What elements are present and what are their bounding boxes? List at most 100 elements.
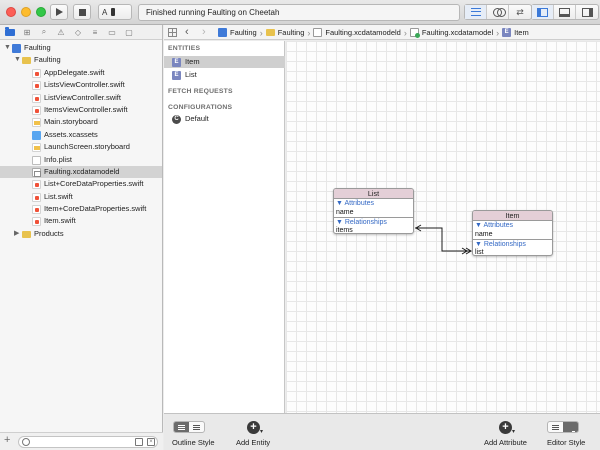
report-navigator-tab[interactable]: ▢	[124, 27, 134, 37]
swift-file-icon	[32, 105, 41, 115]
navigator-item[interactable]: List+CoreDataProperties.swift	[0, 178, 162, 190]
navigator-item-label: Main.storyboard	[44, 117, 98, 127]
proj-icon	[218, 28, 227, 37]
configuration-label: Default	[185, 114, 209, 123]
navigator-item[interactable]: ItemsViewController.swift	[0, 104, 162, 116]
editor-style-table-button[interactable]	[548, 422, 563, 432]
breakpoint-navigator-tab[interactable]: ▭	[107, 27, 117, 37]
proj-file-icon	[12, 44, 21, 53]
device-icon	[111, 8, 116, 16]
breadcrumb-item[interactable]: Faulting.xcdatamodel	[409, 28, 494, 38]
search-icon: ⌕	[41, 27, 47, 36]
outline-style-hierarchy-button[interactable]	[189, 422, 204, 432]
navigator-item[interactable]: Info.plist	[0, 154, 162, 166]
navigator-item[interactable]: AppDelegate.swift	[0, 67, 162, 79]
navigator-item[interactable]: LaunchScreen.storyboard	[0, 141, 162, 153]
navigator-item-label: Item.swift	[44, 216, 76, 226]
swift-file-icon	[32, 81, 41, 91]
app-icon: A	[102, 7, 108, 17]
editor-bottom-bar: Outline Style + ▾ Add Entity + ▾ Add Attri…	[164, 413, 600, 450]
toggle-debug-area-button[interactable]	[554, 5, 576, 19]
symbol-navigator-tab[interactable]: ⊞	[22, 27, 32, 37]
debug-navigator-tab[interactable]: ≡	[90, 27, 100, 37]
configuration-item[interactable]: C Default	[164, 113, 285, 125]
filter-icon	[22, 438, 30, 446]
breadcrumb-label: Faulting.xcdatamodel	[421, 28, 494, 37]
warning-icon: ⚠	[57, 27, 65, 37]
navigator-item[interactable]: ▶ Products	[0, 228, 162, 240]
related-items-icon[interactable]	[168, 28, 177, 37]
add-entity-label: Add Entity	[236, 438, 271, 447]
navigator-item[interactable]: Faulting.xcdatamodeld	[0, 165, 162, 179]
navigator-item[interactable]: ▼ Faulting	[0, 54, 162, 66]
breadcrumb-item[interactable]: E Item	[502, 28, 529, 37]
standard-editor-button[interactable]	[465, 5, 487, 19]
find-navigator-tab[interactable]: ⌕	[39, 27, 49, 37]
table-editor-icon	[552, 424, 559, 430]
navigator-item[interactable]: List.swift	[0, 191, 162, 203]
toggle-navigator-button[interactable]	[532, 5, 554, 19]
navigator-item[interactable]: Item.swift	[0, 215, 162, 227]
add-entity-button[interactable]: + ▾	[247, 421, 263, 435]
entity-item[interactable]: E List	[164, 69, 285, 81]
version-editor-icon: ⇄	[516, 6, 524, 17]
breadcrumb-separator-icon: ›	[307, 27, 311, 38]
add-attribute-button[interactable]: + ▾	[499, 421, 515, 435]
fetch-requests-header: FETCH REQUESTS	[168, 88, 233, 95]
activity-viewer: Finished running Faulting on Cheetah	[138, 4, 460, 21]
test-navigator-tab[interactable]: ◇	[73, 27, 83, 37]
disclosure-triangle-icon[interactable]: ▶	[14, 228, 19, 240]
toggle-utilities-button[interactable]	[576, 5, 598, 19]
navigator-item-label: Products	[34, 228, 64, 238]
plist-file-icon	[32, 155, 41, 165]
outline-style-table-button[interactable]	[174, 422, 189, 432]
forward-arrow-icon[interactable]: ›	[202, 25, 206, 39]
window-toolbar: A Finished running Faulting on Cheetah ⇄	[0, 0, 600, 25]
navigator-item[interactable]: Assets.xcassets	[0, 129, 162, 141]
editor-style-graph-button[interactable]	[563, 422, 578, 432]
disclosure-triangle-icon[interactable]: ▼	[4, 42, 11, 54]
close-window-button[interactable]	[6, 7, 16, 17]
disclosure-triangle-icon[interactable]: ▼	[14, 54, 21, 66]
navigator-filter-field[interactable]: ×	[18, 436, 158, 448]
jump-bar: ‹ › Faulting › Faulting › Faulting.xcdatamod…	[164, 25, 600, 40]
stop-button[interactable]	[73, 4, 91, 20]
breadcrumb-item[interactable]: Faulting	[265, 28, 304, 37]
navigator-item[interactable]: ListsViewController.swift	[0, 79, 162, 91]
navigator-item[interactable]: Main.storyboard	[0, 116, 162, 128]
utilities-pane-icon	[581, 7, 593, 17]
recent-files-icon[interactable]	[135, 438, 143, 446]
scm-status-icon[interactable]: ×	[147, 438, 155, 446]
scheme-selector[interactable]: A	[98, 4, 132, 20]
navigator-item[interactable]: Item+CoreDataProperties.swift	[0, 203, 162, 215]
navigator-item-label: Assets.xcassets	[44, 129, 98, 139]
entities-header: ENTITIES	[168, 45, 201, 52]
standard-editor-icon	[470, 8, 481, 16]
entity-label: Item	[185, 57, 200, 66]
navigator-item-label: ItemsViewController.swift	[44, 104, 128, 114]
entity-item[interactable]: E Item	[164, 56, 285, 68]
navigator-pane-icon	[537, 7, 548, 17]
back-arrow-icon[interactable]: ‹	[185, 25, 189, 39]
zoom-window-button[interactable]	[36, 7, 46, 17]
minimize-window-button[interactable]	[21, 7, 31, 17]
xcdm-icon	[313, 28, 323, 37]
swift-file-icon	[32, 217, 41, 227]
hierarchy-style-icon	[193, 424, 200, 430]
table-style-icon	[178, 424, 185, 430]
navigator-item[interactable]: ▼ Faulting	[0, 42, 162, 54]
breadcrumb-item[interactable]: Faulting.xcdatamodeld	[313, 28, 401, 37]
run-button[interactable]	[50, 4, 68, 20]
model-graph-canvas[interactable]: List ▼ Attributes name ▼ Relationships i…	[286, 41, 600, 413]
add-file-button[interactable]: +	[4, 434, 10, 446]
project-navigator-tab[interactable]	[5, 26, 15, 37]
entity-outline: ENTITIES E Item E List FETCH REQUESTS CONFI…	[164, 41, 285, 413]
breadcrumb-label: Faulting	[230, 28, 257, 37]
issue-navigator-tab[interactable]: ⚠	[56, 27, 66, 37]
editor-mode-control: ⇄	[464, 4, 532, 20]
version-editor-button[interactable]: ⇄	[509, 5, 531, 19]
assistant-editor-button[interactable]	[487, 5, 509, 19]
breadcrumb-item[interactable]: Faulting	[218, 28, 257, 37]
configuration-badge-icon: C	[172, 115, 181, 124]
navigator-item[interactable]: ListViewController.swift	[0, 92, 162, 104]
